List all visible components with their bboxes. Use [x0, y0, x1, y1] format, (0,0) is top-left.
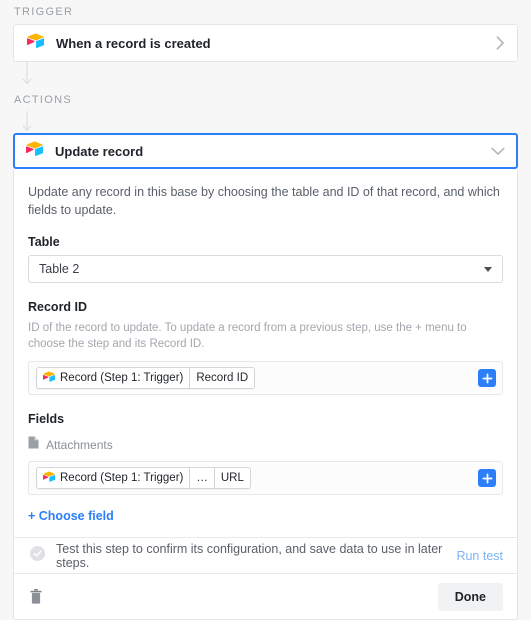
test-step-strip: Test this step to confirm its configurat…: [14, 537, 517, 573]
airtable-icon: [27, 33, 45, 53]
action-title: Update record: [55, 143, 144, 159]
done-button[interactable]: Done: [437, 582, 503, 611]
record-id-token[interactable]: Record (Step 1: Trigger) Record ID: [36, 367, 256, 389]
attachments-add-button[interactable]: [478, 469, 496, 487]
trigger-title: When a record is created: [56, 35, 211, 51]
action-card-header[interactable]: Update record: [13, 133, 518, 169]
choose-field-link[interactable]: + Choose field: [28, 509, 114, 523]
attachments-token-source-seg: Record (Step 1: Trigger): [37, 468, 189, 488]
file-icon: [28, 436, 39, 454]
chevron-down-icon[interactable]: [491, 147, 505, 156]
delete-step-button[interactable]: [30, 589, 42, 604]
attachments-field-input[interactable]: Record (Step 1: Trigger) … URL: [28, 461, 503, 495]
check-circle-icon: [30, 545, 45, 566]
attachments-token-ellipsis-seg: …: [189, 468, 214, 488]
trigger-card[interactable]: When a record is created: [13, 24, 518, 62]
record-id-token-source-label: Record (Step 1: Trigger): [60, 372, 184, 384]
field-item-name: Attachments: [46, 438, 113, 452]
airtable-icon: [43, 371, 56, 385]
field-item-header: Attachments: [28, 436, 503, 454]
connector-arrow-2: [19, 111, 35, 135]
action-card-body: Update any record in this base by choosi…: [13, 169, 518, 620]
attachments-token[interactable]: Record (Step 1: Trigger) … URL: [36, 467, 251, 489]
connector-arrow-1: [19, 62, 35, 88]
attachments-token-source-label: Record (Step 1: Trigger): [60, 472, 184, 484]
record-id-add-button[interactable]: [478, 369, 496, 387]
attachments-token-property-seg: URL: [213, 468, 250, 488]
table-field-label: Table: [28, 235, 60, 249]
table-select-value: Table 2: [39, 262, 80, 276]
trigger-section-label: TRIGGER: [14, 6, 74, 18]
caret-down-icon: [484, 266, 492, 272]
action-footer: Done: [14, 573, 517, 619]
record-id-field-label: Record ID: [28, 300, 88, 314]
test-step-text: Test this step to confirm its configurat…: [56, 541, 443, 570]
automation-panel: TRIGGER When a record is created ACTIONS: [0, 0, 531, 620]
fields-section-label: Fields: [28, 412, 65, 426]
chevron-right-icon[interactable]: [496, 36, 505, 50]
action-description: Update any record in this base by choosi…: [28, 185, 500, 217]
record-id-token-property-seg: Record ID: [189, 368, 254, 388]
airtable-icon: [26, 141, 44, 161]
actions-section-label: ACTIONS: [14, 94, 72, 106]
record-id-token-source-seg: Record (Step 1: Trigger): [37, 368, 189, 388]
table-select[interactable]: Table 2: [28, 255, 503, 283]
action-card: Update record Update any record in this …: [13, 133, 518, 620]
run-test-button[interactable]: Run test: [456, 549, 503, 563]
airtable-icon: [43, 471, 56, 485]
record-id-hint: ID of the record to update. To update a …: [28, 322, 467, 350]
record-id-input[interactable]: Record (Step 1: Trigger) Record ID: [28, 361, 503, 395]
